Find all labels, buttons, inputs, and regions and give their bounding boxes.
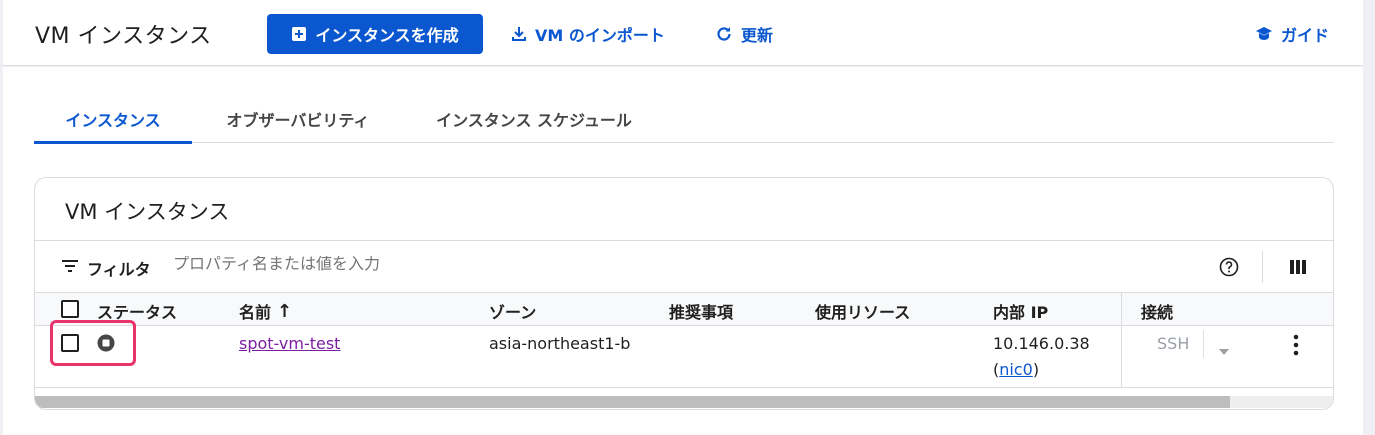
horizontal-scrollbar-thumb[interactable] xyxy=(35,396,1230,408)
guide-button[interactable]: ガイド xyxy=(1255,14,1329,54)
column-divider xyxy=(1121,293,1122,325)
filter-icon[interactable] xyxy=(61,259,79,273)
import-vm-button[interactable]: VM のインポート xyxy=(511,14,665,54)
column-zone[interactable]: ゾーン xyxy=(489,299,536,323)
nic-link[interactable]: nic0 xyxy=(999,360,1033,379)
instance-name-link[interactable]: spot-vm-test xyxy=(239,334,340,353)
card-title: VM インスタンス xyxy=(65,200,230,224)
toolbar-divider xyxy=(1262,251,1263,283)
column-divider xyxy=(1121,326,1122,387)
column-internal-ip[interactable]: 内部 IP xyxy=(993,299,1048,323)
tab-observability[interactable]: オブザーバビリティ xyxy=(204,95,392,143)
column-recommendations[interactable]: 推奨事項 xyxy=(669,299,733,323)
refresh-button[interactable]: 更新 xyxy=(715,14,773,54)
vm-instances-card: VM インスタンス フィルタ ステータス 名前↑ ゾーン xyxy=(34,177,1334,410)
status-highlight-box xyxy=(50,320,136,366)
filter-label[interactable]: フィルタ xyxy=(87,256,151,280)
nic-cell: (nic0) xyxy=(993,360,1040,379)
column-in-use-by[interactable]: 使用リソース xyxy=(815,299,910,323)
columns-icon[interactable] xyxy=(1289,259,1307,275)
filter-bar: フィルタ xyxy=(35,240,1333,292)
create-instance-button[interactable]: インスタンスを作成 xyxy=(267,14,483,54)
refresh-icon xyxy=(715,25,733,43)
add-box-icon xyxy=(291,26,307,42)
table-row: spot-vm-test asia-northeast1-b 10.146.0.… xyxy=(35,326,1333,388)
main-content: インスタンス オブザーバビリティ インスタンス スケジュール VM インスタンス… xyxy=(3,67,1363,435)
filter-input[interactable] xyxy=(173,256,573,274)
download-icon xyxy=(511,26,527,42)
help-icon[interactable] xyxy=(1219,257,1239,277)
tab-instances[interactable]: インスタンス xyxy=(34,95,192,144)
top-toolbar: VM インスタンス インスタンスを作成 VM のインポート 更新 ガイド xyxy=(3,0,1363,66)
tab-bar: インスタンス オブザーバビリティ インスタンス スケジュール xyxy=(34,95,1334,144)
dropdown-icon[interactable] xyxy=(1219,340,1229,359)
import-vm-label: VM のインポート xyxy=(535,26,665,45)
app: VM インスタンス インスタンスを作成 VM のインポート 更新 ガイド インス… xyxy=(0,0,1375,435)
guide-icon xyxy=(1255,26,1273,42)
create-instance-label: インスタンスを作成 xyxy=(315,26,459,45)
tab-instance-schedules[interactable]: インスタンス スケジュール xyxy=(414,95,654,143)
more-vert-icon[interactable] xyxy=(1293,334,1299,360)
select-all-checkbox[interactable] xyxy=(61,300,79,318)
instance-zone: asia-northeast1-b xyxy=(489,334,631,353)
ssh-button[interactable]: SSH xyxy=(1157,334,1189,353)
column-name[interactable]: 名前 ↑ xyxy=(239,299,292,323)
ssh-divider xyxy=(1203,330,1204,358)
page-title: VM インスタンス xyxy=(35,24,212,49)
sort-ascending-icon: ↑ xyxy=(277,300,293,322)
instance-internal-ip: 10.146.0.38 xyxy=(993,334,1090,353)
table-header: ステータス 名前 ↑ ゾーン 推奨事項 使用リソース 内部 IP 接続 xyxy=(35,292,1333,326)
column-connect[interactable]: 接続 xyxy=(1141,299,1173,323)
guide-label: ガイド xyxy=(1280,26,1329,45)
refresh-label: 更新 xyxy=(741,26,774,45)
